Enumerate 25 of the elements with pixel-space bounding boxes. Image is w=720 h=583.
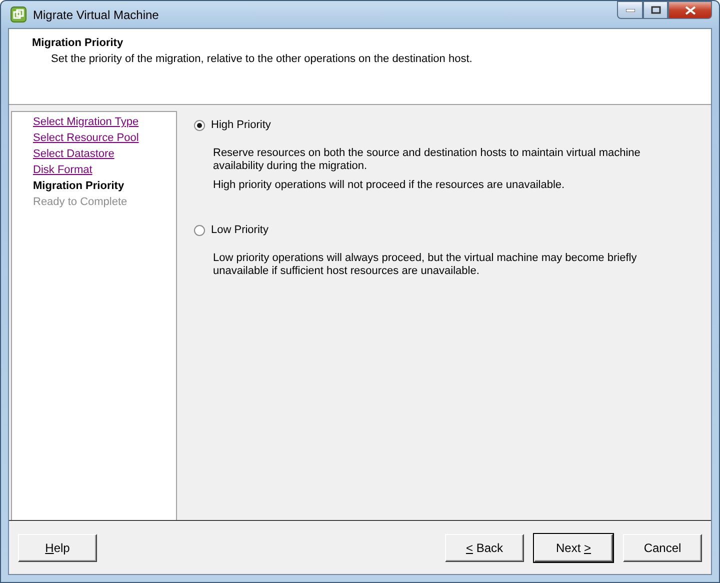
maximize-icon	[650, 6, 660, 14]
dialog-button[interactable]: < Back	[445, 534, 524, 562]
close-icon	[684, 6, 696, 14]
maximize-button[interactable]	[643, 1, 668, 19]
option-description: Low priority operations will always proceed, but the virtual machine may become briefly unavailable if sufficient host resources are unavailable.	[213, 252, 638, 278]
close-button[interactable]	[668, 1, 712, 19]
radio-button[interactable]	[194, 224, 205, 236]
minimize-button[interactable]	[617, 1, 643, 19]
step-link[interactable]: Select Migration Type	[33, 114, 139, 130]
option-label[interactable]: High Priority	[211, 119, 271, 131]
option-label[interactable]: Low Priority	[211, 224, 268, 236]
step-link[interactable]: Disk Format	[33, 162, 92, 178]
minimize-icon	[626, 8, 634, 12]
dialog-button[interactable]: Cancel	[623, 534, 702, 562]
option-description: Reserve resources on both the source and destination hosts to maintain virtual machine availability during the migration.	[213, 147, 642, 173]
app-logo-icon	[10, 6, 27, 23]
step-link[interactable]: Select Datastore	[33, 146, 114, 162]
page-title: Migration Priority	[32, 37, 124, 49]
option-description: High priority operations will not proceed if the resources are unavailable.	[213, 179, 566, 192]
radio-button[interactable]	[194, 120, 205, 130]
step-link[interactable]: Select Resource Pool	[33, 130, 139, 146]
page-subtitle: Set the priority of the migration, relative to the other operations on the destination host.	[51, 53, 474, 65]
dialog-button[interactable]: Help	[18, 534, 97, 562]
window-title: Migrate Virtual Machine	[33, 8, 159, 22]
dialog-button[interactable]: Next >	[534, 534, 613, 562]
